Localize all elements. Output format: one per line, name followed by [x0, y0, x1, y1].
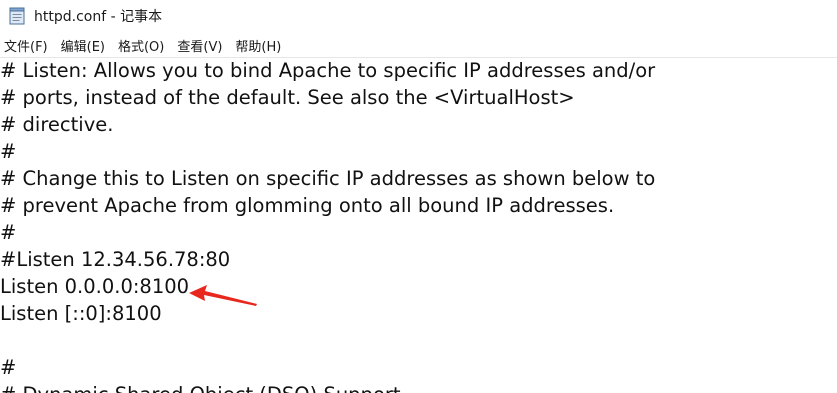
menu-format[interactable]: 格式(O)	[118, 36, 164, 55]
menu-file[interactable]: 文件(F)	[4, 36, 48, 55]
menu-bar: 文件(F) 编辑(E) 格式(O) 查看(V) 帮助(H)	[0, 34, 837, 58]
editor-line: # Dynamic Shared Object (DSO) Support	[0, 382, 401, 393]
window-title: httpd.conf - 记事本	[34, 9, 163, 25]
editor-line: # Listen: Allows you to bind Apache to s…	[0, 59, 656, 82]
editor-line: #	[0, 356, 17, 379]
editor-line: Listen 0.0.0.0:8100	[0, 275, 190, 298]
menu-help[interactable]: 帮助(H)	[235, 36, 281, 55]
menu-view[interactable]: 查看(V)	[177, 36, 222, 55]
menu-edit[interactable]: 编辑(E)	[61, 36, 105, 55]
editor-line: # ports, instead of the default. See als…	[0, 86, 575, 109]
editor-line: Listen [::0]:8100	[0, 302, 162, 325]
editor-line: #Listen 12.34.56.78:80	[0, 248, 231, 271]
title-bar: httpd.conf - 记事本	[0, 0, 837, 32]
editor-line: #	[0, 221, 17, 244]
editor-line: # prevent Apache from glomming onto all …	[0, 194, 615, 217]
editor-line: #	[0, 140, 17, 163]
red-arrow-icon	[189, 285, 257, 306]
notepad-icon	[8, 7, 26, 25]
editor-line: # Change this to Listen on specific IP a…	[0, 167, 656, 190]
editor-line: # directive.	[0, 113, 114, 136]
text-editor[interactable]: # Listen: Allows you to bind Apache to s…	[0, 58, 837, 393]
